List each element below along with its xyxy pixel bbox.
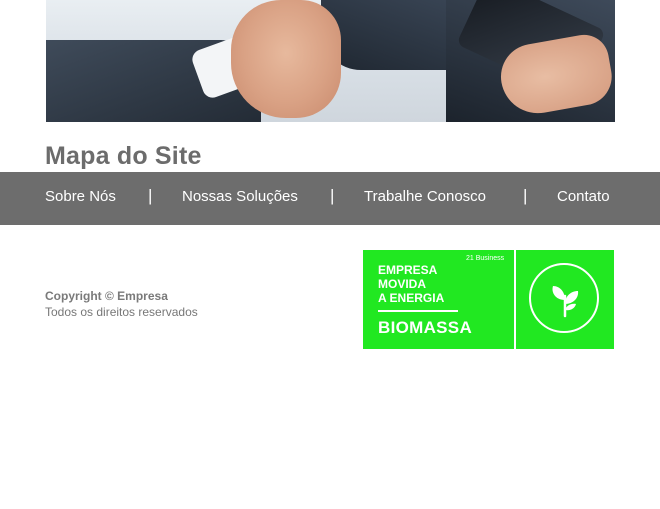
badge-emblem bbox=[529, 263, 599, 333]
nav-item-nossas-solucoes[interactable]: Nossas Soluções bbox=[182, 188, 298, 205]
nav-item-contato[interactable]: Contato bbox=[557, 188, 610, 205]
badge-brand: 21 Business bbox=[466, 255, 505, 262]
footer-copyright: Copyright © Empresa Todos os direitos re… bbox=[45, 288, 198, 320]
nav-separator: | bbox=[330, 186, 335, 205]
copyright-text: Copyright © Empresa bbox=[45, 289, 168, 303]
badge-line-2: MOVIDA bbox=[378, 277, 426, 291]
nav-separator: | bbox=[523, 186, 528, 205]
badge-product: BIOMASSA bbox=[378, 318, 473, 337]
rights-text: Todos os direitos reservados bbox=[45, 305, 198, 319]
hero-image bbox=[46, 0, 615, 122]
page-title: Mapa do Site bbox=[45, 142, 202, 170]
nav-item-trabalhe-conosco[interactable]: Trabalhe Conosco bbox=[364, 188, 486, 205]
main-navigation: Sobre Nós | Nossas Soluções | Trabalhe C… bbox=[0, 172, 660, 225]
nav-separator: | bbox=[148, 186, 153, 205]
badge-divider bbox=[514, 250, 516, 349]
badge-line-3: A ENERGIA bbox=[378, 291, 445, 305]
badge-line-1: EMPRESA bbox=[378, 263, 438, 277]
badge-rule bbox=[378, 310, 458, 312]
hero-handshake bbox=[231, 0, 341, 118]
biomassa-badge[interactable]: EMPRESA MOVIDA A ENERGIA BIOMASSA 21 Bus… bbox=[363, 250, 614, 349]
leaf-sprout-icon bbox=[552, 286, 579, 318]
nav-item-sobre-nos[interactable]: Sobre Nós bbox=[45, 188, 116, 205]
